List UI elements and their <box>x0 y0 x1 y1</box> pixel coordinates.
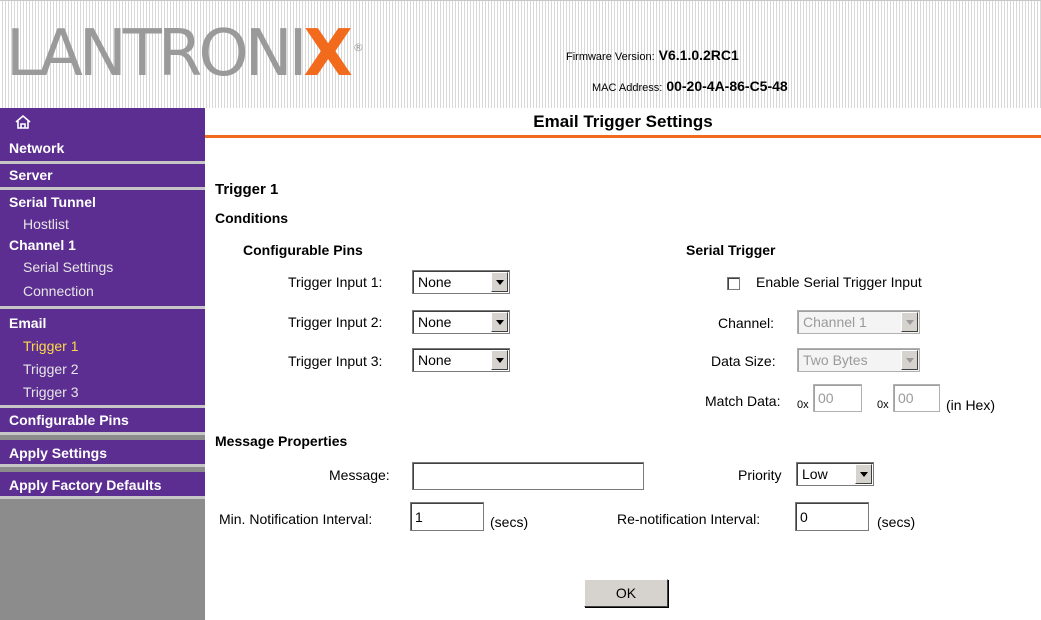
firmware-version: Firmware Version: V6.1.0.2RC1 <box>566 47 739 63</box>
hex-prefix-1: 0x <box>797 399 809 411</box>
header-banner: LANTRONIX® Firmware Version: V6.1.0.2RC1 … <box>0 0 1041 108</box>
data-size-label: Data Size: <box>711 353 776 369</box>
conditions-heading: Conditions <box>215 210 289 226</box>
divider <box>0 496 205 499</box>
lantronix-logo: LANTRONIX® <box>6 17 364 91</box>
match-data-1-input[interactable] <box>813 384 862 412</box>
data-size-select[interactable]: Two Bytes <box>797 348 920 372</box>
nav-network-block: Network <box>0 137 205 161</box>
nav-apply-factory-block: Apply Factory Defaults <box>0 472 205 496</box>
select-value: Two Bytes <box>803 352 868 368</box>
message-input[interactable] <box>412 462 644 490</box>
serial-trigger-heading: Serial Trigger <box>686 242 776 258</box>
chevron-down-icon[interactable] <box>491 312 508 332</box>
message-label: Message: <box>329 467 390 483</box>
renotification-interval-label: Re-notification Interval: <box>617 511 761 527</box>
trigger-input-2-label: Trigger Input 2: <box>288 314 383 330</box>
chevron-down-icon[interactable] <box>901 350 918 370</box>
trigger-input-2-select[interactable]: None <box>412 310 510 334</box>
hex-prefix-2: 0x <box>877 399 889 411</box>
mac-address: MAC Address: 00-20-4A-86-C5-48 <box>592 78 788 94</box>
nav-email[interactable]: Email <box>0 312 205 334</box>
nav-apply-settings-block: Apply Settings <box>0 440 205 464</box>
in-hex-note: (in Hex) <box>946 397 996 413</box>
select-value: None <box>418 352 452 368</box>
nav-configurable-pins-block: Configurable Pins <box>0 408 205 432</box>
nav-channel1[interactable]: Channel 1 <box>0 234 205 256</box>
nav-server[interactable]: Server <box>0 164 205 186</box>
nav-trigger2[interactable]: Trigger 2 <box>0 358 205 380</box>
sidebar: Network Server Serial Tunnel Hostlist Ch… <box>0 108 205 620</box>
home-link[interactable] <box>0 108 205 137</box>
apply-factory-defaults-link[interactable]: Apply Factory Defaults <box>0 474 205 496</box>
renotification-interval-input[interactable] <box>795 502 869 531</box>
channel-label: Channel: <box>718 315 775 331</box>
nav-trigger3[interactable]: Trigger 3 <box>0 381 205 403</box>
priority-select[interactable]: Low <box>796 462 874 486</box>
trigger-input-1-label: Trigger Input 1: <box>288 274 383 290</box>
chevron-down-icon[interactable] <box>901 312 918 332</box>
nav-network[interactable]: Network <box>0 137 205 159</box>
page-title: Email Trigger Settings <box>533 112 713 131</box>
nav-trigger1[interactable]: Trigger 1 <box>0 335 205 357</box>
match-data-2-input[interactable] <box>893 384 940 412</box>
divider <box>0 432 205 435</box>
trigger-input-1-select[interactable]: None <box>412 270 510 294</box>
channel-select[interactable]: Channel 1 <box>797 310 920 334</box>
apply-settings-link[interactable]: Apply Settings <box>0 442 205 464</box>
select-value: None <box>418 314 452 330</box>
priority-label: Priority <box>738 467 782 483</box>
chevron-down-icon[interactable] <box>855 464 872 484</box>
min-notification-interval-input[interactable] <box>410 502 484 531</box>
nav-hostlist[interactable]: Hostlist <box>0 213 205 235</box>
trigger-input-3-select[interactable]: None <box>412 348 510 372</box>
home-icon <box>15 114 31 129</box>
nav-serial-tunnel-block: Serial Tunnel Hostlist Channel 1 Serial … <box>0 190 205 306</box>
nav-serial-settings[interactable]: Serial Settings <box>0 256 205 278</box>
nav-server-block: Server <box>0 164 205 187</box>
chevron-down-icon[interactable] <box>491 272 508 292</box>
min-notification-interval-label: Min. Notification Interval: <box>219 511 373 527</box>
select-value: Low <box>802 466 828 482</box>
renotify-interval-unit: (secs) <box>877 514 916 530</box>
nav-serial-tunnel[interactable]: Serial Tunnel <box>0 191 205 213</box>
select-value: None <box>418 274 452 290</box>
min-interval-unit: (secs) <box>490 514 529 530</box>
trigger-input-3-label: Trigger Input 3: <box>288 353 383 369</box>
message-properties-heading: Message Properties <box>215 433 348 449</box>
trigger-heading: Trigger 1 <box>215 181 279 198</box>
match-data-label: Match Data: <box>705 393 781 409</box>
select-value: Channel 1 <box>803 314 867 330</box>
chevron-down-icon[interactable] <box>491 350 508 370</box>
enable-serial-trigger-label: Enable Serial Trigger Input <box>756 274 922 290</box>
nav-configurable-pins[interactable]: Configurable Pins <box>0 409 205 431</box>
configurable-pins-heading: Configurable Pins <box>243 242 363 258</box>
nav-email-block: Email Trigger 1 Trigger 2 Trigger 3 <box>0 309 205 405</box>
divider <box>0 464 205 467</box>
ok-button[interactable]: OK <box>584 579 668 607</box>
page-title-bar: Email Trigger Settings <box>205 108 1041 138</box>
enable-serial-trigger-checkbox[interactable] <box>727 277 740 290</box>
nav-connection[interactable]: Connection <box>0 280 205 302</box>
